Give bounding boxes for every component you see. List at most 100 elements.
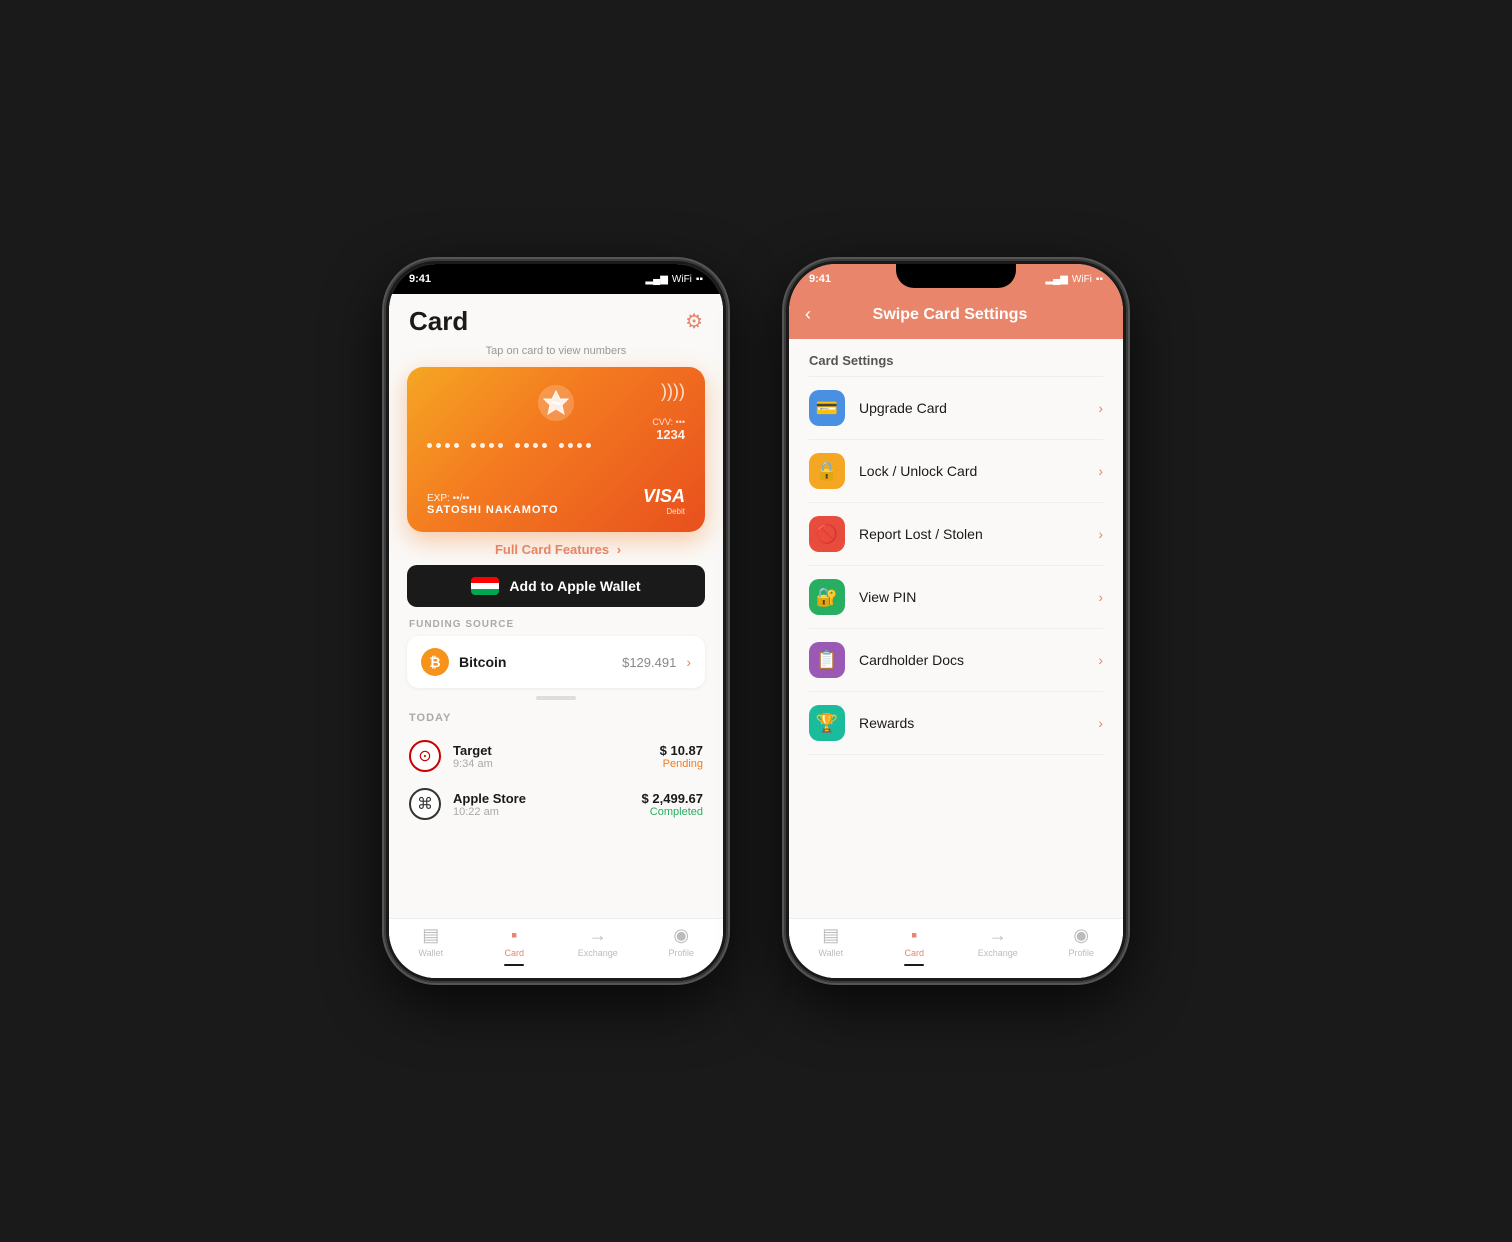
settings-cardholder-docs[interactable]: 📋 Cardholder Docs ›	[789, 629, 1123, 691]
cardholder-docs-icon: 📋	[809, 642, 845, 678]
profile-nav-icon-2: ◉	[1073, 925, 1089, 946]
divider-pill	[536, 696, 576, 700]
status-icons-1: ▂▄▆ WiFi ▪▪	[645, 274, 703, 285]
apple-wallet-button[interactable]: Add to Apple Wallet	[407, 565, 705, 607]
exchange-nav-label: Exchange	[578, 948, 618, 958]
cvv-display: CVV: ••• 1234	[652, 417, 685, 442]
lock-unlock-label: Lock / Unlock Card	[859, 463, 1084, 479]
target-amount-col: $ 10.87 Pending	[660, 743, 703, 770]
apple-wallet-icon	[471, 577, 499, 595]
rewards-label: Rewards	[859, 715, 1084, 731]
rewards-icon: 🏆	[809, 705, 845, 741]
settings-rewards[interactable]: 🏆 Rewards ›	[789, 692, 1123, 754]
target-time: 9:34 am	[453, 758, 648, 770]
nav-card-1[interactable]: ▪ Card	[473, 925, 557, 966]
nav-profile-1[interactable]: ◉ Profile	[640, 925, 724, 966]
nav-wallet-2[interactable]: ▤ Wallet	[789, 925, 873, 966]
card-dots-1	[427, 443, 459, 448]
nav-card-2[interactable]: ▪ Card	[873, 925, 957, 966]
view-pin-chevron: ›	[1098, 589, 1103, 605]
status-icons-2: ▂▄▆ WiFi ▪▪	[1045, 274, 1103, 285]
tap-hint: Tap on card to view numbers	[389, 345, 723, 357]
card-screen-content: Card ⚙ Tap on card to view numbers ))))	[389, 294, 723, 978]
card-screen-header: Card ⚙	[389, 294, 723, 345]
report-lost-label: Report Lost / Stolen	[859, 526, 1084, 542]
lock-unlock-chevron: ›	[1098, 463, 1103, 479]
card-screen-title: Card	[409, 306, 468, 337]
status-bar-1: 9:41 ▂▄▆ WiFi ▪▪	[389, 264, 723, 294]
target-name: Target	[453, 743, 648, 758]
full-card-features-link[interactable]: Full Card Features ›	[389, 542, 723, 557]
nav-wallet-1[interactable]: ▤ Wallet	[389, 925, 473, 966]
nav-active-indicator-2	[904, 964, 924, 966]
nav-exchange-2[interactable]: → Exchange	[956, 925, 1040, 966]
back-button[interactable]: ‹	[805, 304, 811, 325]
wifi-icon-2: WiFi	[1072, 274, 1092, 285]
rewards-chevron: ›	[1098, 715, 1103, 731]
settings-report-lost[interactable]: 🚫 Report Lost / Stolen ›	[789, 503, 1123, 565]
wallet-nav-label-2: Wallet	[818, 948, 843, 958]
report-lost-chevron: ›	[1098, 526, 1103, 542]
today-label: TODAY	[389, 708, 723, 732]
profile-nav-label: Profile	[668, 948, 694, 958]
card-name: SATOSHI NAKAMOTO	[427, 504, 559, 516]
bottom-nav-1: ▤ Wallet ▪ Card → Exchange ◉ Profile	[389, 918, 723, 978]
funding-source-label: FUNDING SOURCE	[389, 619, 723, 636]
card-nav-label: Card	[504, 948, 524, 958]
settings-upgrade-card[interactable]: 💳 Upgrade Card ›	[789, 377, 1123, 439]
credit-card[interactable]: )))) CVV: ••• 1234	[407, 367, 705, 532]
settings-lock-unlock[interactable]: 🔒 Lock / Unlock Card ›	[789, 440, 1123, 502]
bitcoin-label: Bitcoin	[459, 654, 612, 670]
card-exp: EXP: ••/••	[427, 493, 559, 504]
card-settings-label: Card Settings	[789, 339, 1123, 376]
card-dots-3	[515, 443, 547, 448]
nav-active-indicator	[504, 964, 524, 966]
lock-unlock-icon: 🔒	[809, 453, 845, 489]
funding-source-row[interactable]: ₿ Bitcoin $129.491 ›	[407, 636, 705, 688]
apple-amount: $ 2,499.67	[642, 791, 703, 806]
wallet-nav-icon-2: ▤	[822, 925, 839, 946]
visa-logo: VISA Debit	[643, 486, 685, 516]
card-dots-2	[471, 443, 503, 448]
card-nav-icon: ▪	[511, 925, 517, 946]
bitcoin-icon: ₿	[421, 648, 449, 676]
apple-name: Apple Store	[453, 791, 630, 806]
card-nav-label-2: Card	[904, 948, 924, 958]
notch-2	[896, 264, 1016, 288]
bitcoin-amount: $129.491	[622, 655, 676, 670]
cvv-value: 1234	[652, 427, 685, 442]
signal-icon: ▂▄▆	[645, 274, 667, 285]
signal-icon-2: ▂▄▆	[1045, 274, 1067, 285]
profile-nav-icon: ◉	[673, 925, 689, 946]
battery-icon-2: ▪▪	[1096, 274, 1103, 285]
card-bottom-row: EXP: ••/•• SATOSHI NAKAMOTO VISA Debit	[427, 486, 685, 516]
settings-screen-content: Card Settings 💳 Upgrade Card › 🔒 Lock / …	[789, 339, 1123, 978]
apple-time: 10:22 am	[453, 806, 630, 818]
divider-area	[389, 688, 723, 708]
exchange-nav-icon: →	[589, 925, 607, 946]
settings-view-pin[interactable]: 🔐 View PIN ›	[789, 566, 1123, 628]
wallet-nav-icon: ▤	[422, 925, 439, 946]
card-dots-4	[559, 443, 591, 448]
battery-icon: ▪▪	[696, 274, 703, 285]
notch-1	[496, 264, 616, 288]
exchange-nav-label-2: Exchange	[978, 948, 1018, 958]
nav-profile-2[interactable]: ◉ Profile	[1040, 925, 1124, 966]
wifi-icon: WiFi	[672, 274, 692, 285]
funding-chevron: ›	[686, 654, 691, 670]
nav-exchange-1[interactable]: → Exchange	[556, 925, 640, 966]
target-status: Pending	[660, 758, 703, 770]
transaction-target: ⊙ Target 9:34 am $ 10.87 Pending	[389, 732, 723, 780]
upgrade-card-label: Upgrade Card	[859, 400, 1084, 416]
contactless-icon: ))))	[661, 381, 685, 402]
phone-card-screen: 9:41 ▂▄▆ WiFi ▪▪ Card ⚙ Tap on card to v…	[386, 261, 726, 981]
status-bar-2: 9:41 ▂▄▆ WiFi ▪▪	[789, 264, 1123, 294]
phone-settings-screen: 9:41 ▂▄▆ WiFi ▪▪ ‹ Swipe Card Settings C…	[786, 261, 1126, 981]
apple-icon: ⌘	[409, 788, 441, 820]
card-nav-icon-2: ▪	[911, 925, 917, 946]
transaction-apple-info: Apple Store 10:22 am	[453, 791, 630, 818]
bottom-nav-2: ▤ Wallet ▪ Card → Exchange ◉ Profile	[789, 918, 1123, 978]
wallet-nav-label: Wallet	[418, 948, 443, 958]
report-lost-icon: 🚫	[809, 516, 845, 552]
settings-icon[interactable]: ⚙	[685, 309, 703, 334]
